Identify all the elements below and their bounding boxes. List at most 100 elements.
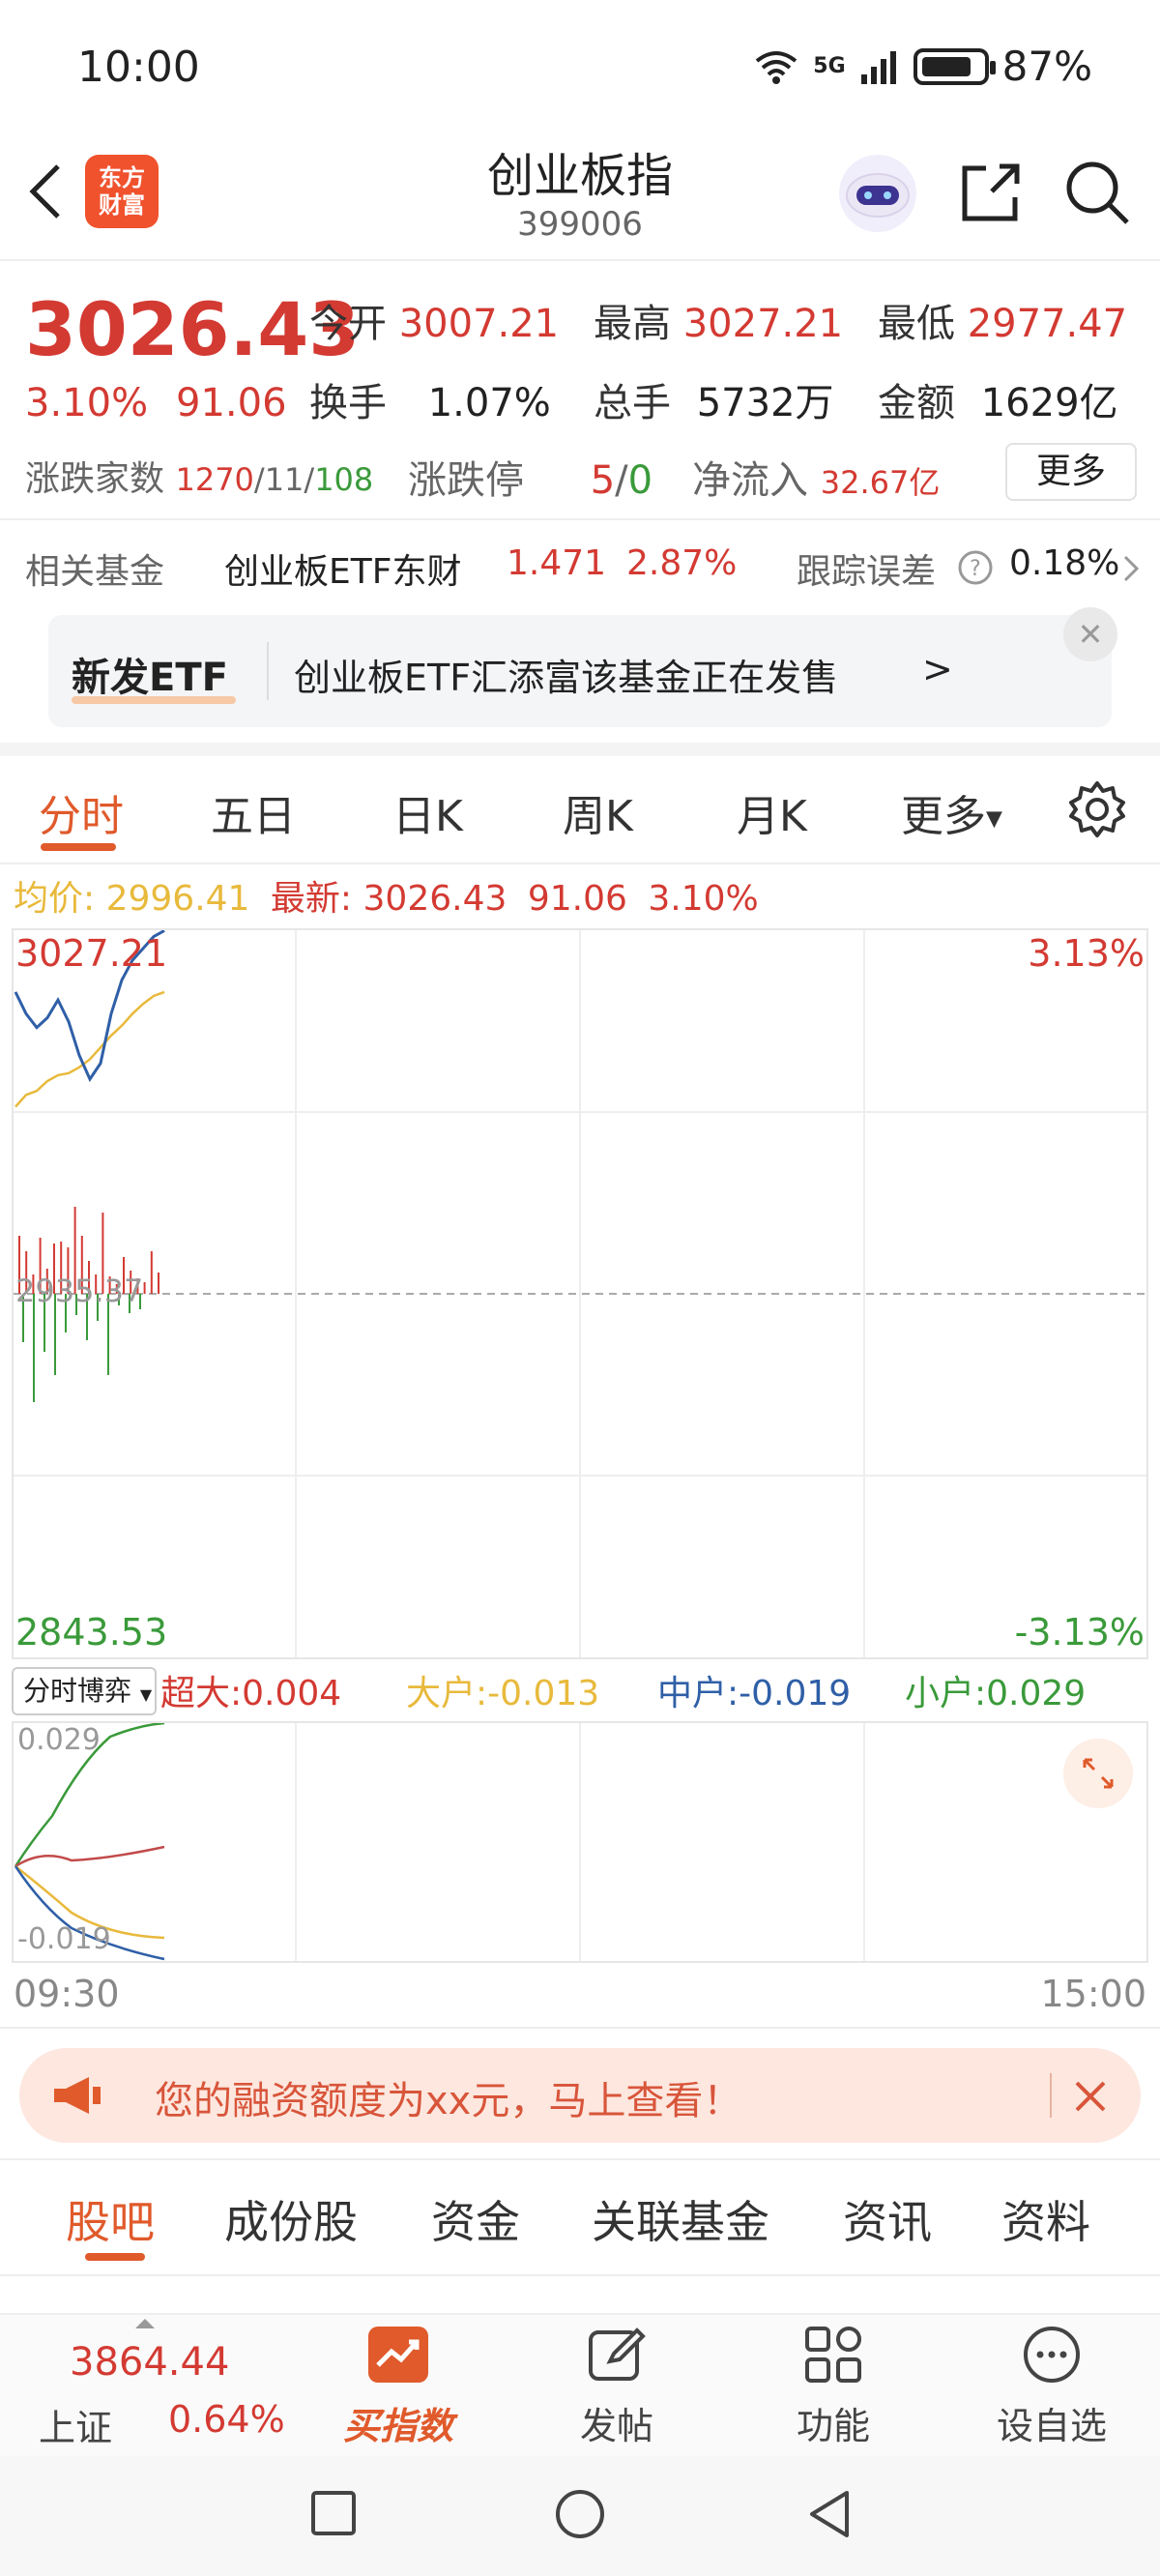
functions-button[interactable]: 功能 — [756, 2325, 911, 2449]
sh-index-value: 3864.44 — [70, 2340, 230, 2385]
promo-tag-underline — [72, 696, 236, 704]
flow-type-dropdown[interactable]: 分时博弈 ▼ — [12, 1667, 157, 1715]
promo-tag: 新发ETF — [72, 656, 228, 700]
battery-icon — [913, 47, 996, 85]
limit-stat: 涨跌停 5/0 — [408, 458, 653, 503]
change-value: 91.06 — [176, 381, 287, 425]
flow-legend-super: 超大:0.004 — [160, 1665, 341, 1715]
section-divider — [0, 743, 1160, 756]
avg-value: 2996.41 — [105, 879, 250, 919]
tab-weekly-k[interactable]: 周K — [563, 781, 633, 843]
tab-more[interactable]: 更多▼ — [901, 781, 1002, 843]
sh-index-name: 上证 — [39, 2407, 113, 2449]
breadth-up: 1270 — [175, 461, 254, 498]
functions-label: 功能 — [796, 2405, 870, 2447]
help-icon[interactable]: ? — [957, 549, 994, 586]
promo-arrow: > — [922, 648, 953, 690]
flow-top-value: 0.029 — [17, 1723, 101, 1757]
post-button[interactable]: 发帖 — [539, 2325, 694, 2449]
avg-label: 均价: — [14, 879, 96, 919]
related-fund-row[interactable]: 相关基金 创业板ETF东财 1.471 2.87% 跟踪误差 ? 0.18% — [0, 538, 1160, 596]
expand-icon[interactable] — [1063, 1739, 1133, 1808]
chevron-right-icon — [1123, 555, 1140, 582]
buy-index-label: 买指数 — [342, 2405, 453, 2447]
svg-text:?: ? — [970, 557, 981, 581]
flow-bottom-value: -0.019 — [17, 1922, 111, 1956]
open-stat: 今开 3007.21 — [309, 292, 559, 348]
small-label: 小户: — [905, 1674, 987, 1713]
low-label: 最低 — [878, 302, 955, 346]
chart-tabs: 分时 五日 日K 周K 月K 更多▼ — [0, 756, 1160, 864]
turnover-label: 换手 — [309, 381, 387, 425]
subtab-funds-flow[interactable]: 资金 — [431, 2187, 520, 2251]
close-icon[interactable] — [1071, 2077, 1110, 2116]
divider — [0, 518, 1160, 520]
divider — [0, 2027, 1160, 2029]
add-favorite-button[interactable]: 设自选 — [974, 2325, 1129, 2449]
tab-daily-k[interactable]: 日K — [392, 781, 463, 843]
fund-pct: 2.87% — [626, 543, 738, 583]
fund-flow-chart[interactable]: 0.029 -0.019 — [12, 1721, 1148, 1963]
latest-pct: 3.10% — [648, 879, 759, 919]
tab-five-day[interactable]: 五日 — [211, 781, 296, 843]
subtab-related-funds[interactable]: 关联基金 — [592, 2187, 769, 2251]
sh-index-ticker[interactable]: 3864.44 上证 0.64% — [19, 2317, 309, 2452]
medium-value: -0.019 — [739, 1674, 852, 1713]
inflow-stat: 净流入 32.67亿 — [692, 449, 940, 505]
large-value: -0.013 — [487, 1674, 600, 1713]
chart-mid-value: 2935.37 — [15, 1273, 144, 1309]
post-label: 发帖 — [579, 2405, 653, 2447]
promo-close-button[interactable]: ✕ — [1063, 607, 1117, 661]
turnover-stat: 换手 1.07% — [309, 371, 551, 427]
battery-percent: 87% — [1001, 43, 1092, 90]
new-etf-promo[interactable]: 新发ETF 创业板ETF汇添富该基金正在发售 > — [48, 615, 1112, 727]
network-type: 5G — [813, 54, 846, 78]
tracking-value: 0.18% — [1009, 543, 1120, 583]
search-icon[interactable] — [1063, 159, 1131, 226]
subtab-profile[interactable]: 资料 — [1001, 2187, 1090, 2251]
tab-intraday[interactable]: 分时 — [39, 781, 124, 843]
banner-divider — [1050, 2073, 1052, 2118]
sh-index-pct: 0.64% — [168, 2398, 285, 2441]
fund-label: 相关基金 — [25, 552, 165, 592]
subtab-active-underline — [85, 2253, 145, 2261]
low-value: 2977.47 — [967, 302, 1128, 346]
wifi-icon — [756, 50, 798, 84]
banner-text[interactable]: 您的融资额度为xx元，马上查看！ — [155, 2069, 741, 2125]
flow-dropdown-label: 分时博弈 — [23, 1675, 132, 1707]
more-stats-button[interactable]: 更多 — [1005, 443, 1137, 501]
grid-icon — [805, 2327, 861, 2383]
subtab-news[interactable]: 资讯 — [843, 2187, 932, 2251]
inflow-label: 净流入 — [692, 458, 808, 503]
turnover-value: 1.07% — [427, 381, 551, 425]
fund-name[interactable]: 创业板ETF东财 — [224, 543, 461, 594]
caret-up-icon — [135, 2319, 155, 2328]
chart-top-value: 3027.21 — [15, 932, 168, 975]
avg-price-line — [14, 990, 165, 1108]
share-icon[interactable] — [957, 159, 1025, 226]
settings-gear-icon[interactable] — [1067, 779, 1127, 839]
high-label: 最高 — [594, 302, 671, 346]
dropdown-triangle-icon: ▼ — [139, 1685, 153, 1704]
promo-text: 创业板ETF汇添富该基金正在发售 — [294, 657, 839, 699]
home-icon[interactable] — [553, 2487, 607, 2541]
open-value: 3007.21 — [398, 302, 560, 346]
change-pct: 3.10% — [25, 381, 149, 425]
subtab-forum[interactable]: 股吧 — [66, 2187, 155, 2251]
edit-icon — [589, 2327, 646, 2381]
intraday-info-line: 均价: 2996.41 最新: 3026.43 91.06 3.10% — [14, 870, 759, 921]
intraday-chart[interactable]: 3027.21 3.13% 2935.37 2843.53 -3.13% — [12, 928, 1148, 1659]
time-start-label: 09:30 — [14, 1973, 120, 2015]
subtab-constituents[interactable]: 成份股 — [224, 2187, 358, 2251]
ai-assistant-icon[interactable] — [837, 153, 918, 234]
inflow-value: 32.67亿 — [820, 464, 941, 501]
buy-index-button[interactable]: 买指数 — [321, 2325, 476, 2449]
limit-down: 0 — [627, 458, 653, 503]
sub-tabs-bar — [0, 2158, 1160, 2274]
back-icon[interactable] — [804, 2487, 853, 2541]
recent-apps-icon[interactable] — [309, 2489, 358, 2537]
tracking-label: 跟踪误差 — [797, 552, 937, 592]
tab-monthly-k[interactable]: 月K — [737, 781, 807, 843]
breadth-label: 涨跌家数 — [25, 459, 165, 499]
low-stat: 最低 2977.47 — [878, 292, 1127, 348]
